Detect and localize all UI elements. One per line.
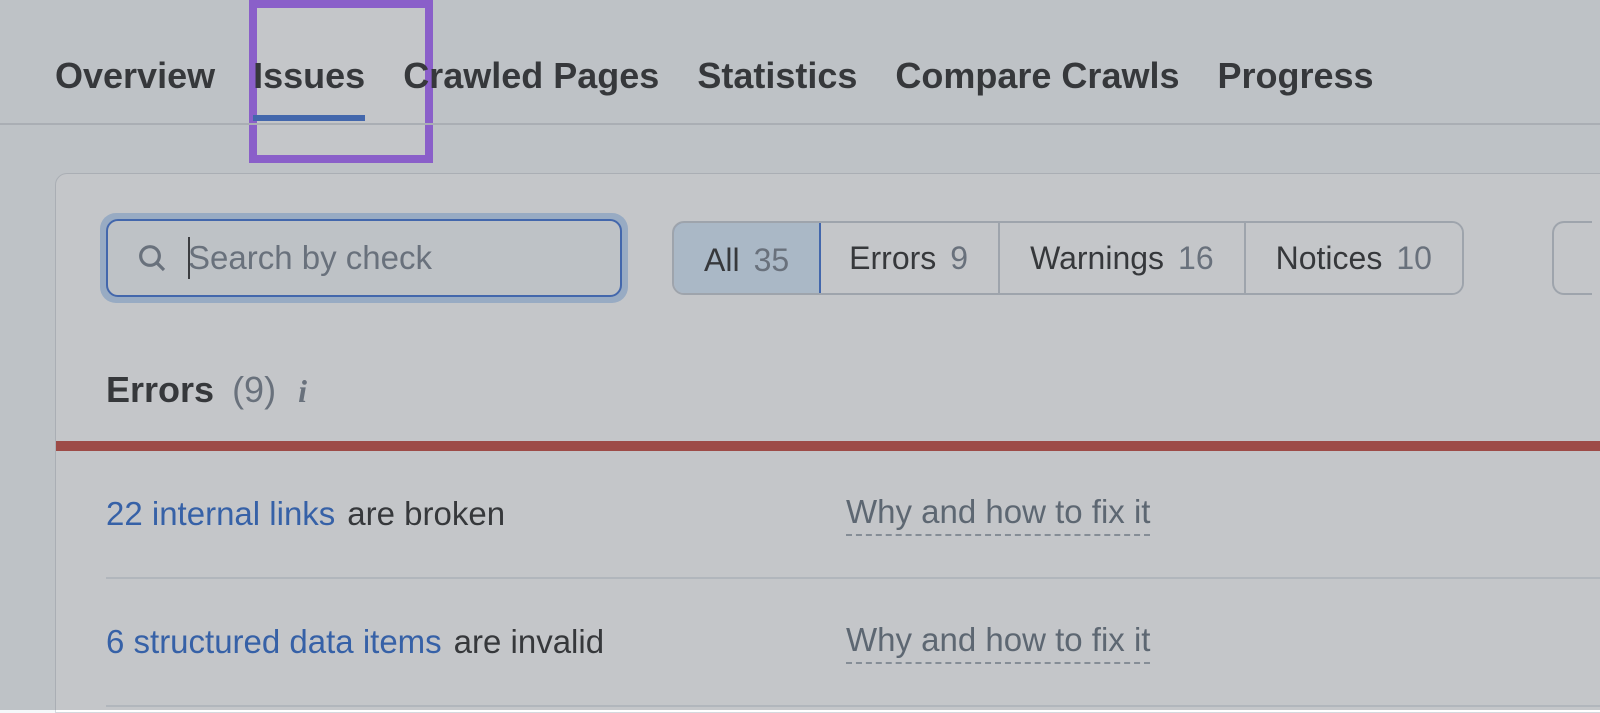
issue-link[interactable]: 6 structured data items [106,623,442,661]
issue-row: 6 structured data items are invalid Why … [106,579,1600,707]
search-icon [136,242,168,274]
search-input[interactable] [106,219,622,297]
filter-warnings[interactable]: Warnings 16 [1000,223,1246,293]
filter-all[interactable]: All 35 [672,221,821,295]
filter-notices-label: Notices [1276,240,1383,277]
tab-issues[interactable]: Issues [253,25,365,123]
tab-overview[interactable]: Overview [55,25,215,123]
filter-errors-label: Errors [849,240,936,277]
filter-notices-count: 10 [1396,240,1432,277]
issue-text: are broken [347,495,505,533]
issues-card: All 35 Errors 9 Warnings 16 Notices 10 E… [55,173,1600,713]
issue-link[interactable]: 22 internal links [106,495,335,533]
errors-severity-bar [56,441,1600,451]
issue-description: 22 internal links are broken [106,495,796,533]
errors-title: Errors [106,369,214,411]
tab-statistics[interactable]: Statistics [697,25,857,123]
filter-warnings-label: Warnings [1030,240,1164,277]
issue-row: 22 internal links are broken Why and how… [106,451,1600,579]
tab-crawled-pages[interactable]: Crawled Pages [403,25,659,123]
issue-fix-link[interactable]: Why and how to fix it [846,621,1150,664]
errors-section-header: Errors (9) i [106,369,1600,411]
issue-text: are invalid [454,623,604,661]
text-caret [188,237,190,279]
errors-count: (9) [232,369,276,411]
info-icon[interactable]: i [298,373,307,410]
tab-progress[interactable]: Progress [1218,25,1374,123]
filter-all-count: 35 [754,242,790,279]
filter-all-label: All [704,242,740,279]
issue-description: 6 structured data items are invalid [106,623,796,661]
search-wrap [106,219,622,297]
tab-compare-crawls[interactable]: Compare Crawls [895,25,1179,123]
filter-notices[interactable]: Notices 10 [1246,223,1462,293]
filter-pill-group: All 35 Errors 9 Warnings 16 Notices 10 [672,221,1464,295]
filter-warnings-count: 16 [1178,240,1214,277]
issue-fix-link[interactable]: Why and how to fix it [846,493,1150,536]
tab-navigation: Overview Issues Crawled Pages Statistics… [0,0,1600,125]
controls-row: All 35 Errors 9 Warnings 16 Notices 10 [106,219,1600,297]
filter-overflow-stub[interactable] [1552,221,1592,295]
filter-errors[interactable]: Errors 9 [819,223,1000,293]
filter-errors-count: 9 [950,240,968,277]
